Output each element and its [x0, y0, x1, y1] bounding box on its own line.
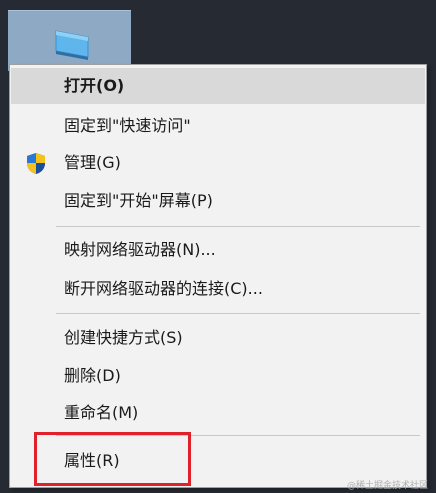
selected-desktop-icon[interactable] [8, 10, 131, 71]
menu-item-pin-start[interactable]: 固定到"开始"屏幕(P) [11, 183, 425, 219]
highlight-annotation-box [34, 432, 191, 486]
menu-item-pin-quick-access[interactable]: 固定到"快速访问" [11, 108, 425, 144]
menu-item-label: 断开网络驱动器的连接(C)... [64, 279, 263, 298]
menu-separator [56, 313, 420, 314]
menu-item-label: 打开(O) [64, 76, 125, 95]
menu-item-manage[interactable]: 管理(G) [11, 145, 425, 181]
menu-item-map-network-drive[interactable]: 映射网络驱动器(N)... [11, 232, 425, 268]
menu-separator [56, 226, 420, 227]
uac-shield-icon [27, 153, 45, 174]
menu-item-label: 固定到"开始"屏幕(P) [64, 191, 213, 210]
menu-item-open[interactable]: 打开(O) [11, 68, 425, 104]
menu-item-rename[interactable]: 重命名(M) [11, 395, 425, 431]
menu-item-label: 重命名(M) [64, 403, 139, 422]
context-menu: 打开(O) 固定到"快速访问" 管理(G) 固定到"开始"屏幕(P) 映射网络驱… [9, 64, 427, 488]
menu-item-delete[interactable]: 删除(D) [11, 358, 425, 394]
network-drive-icon [55, 30, 89, 60]
menu-item-label: 固定到"快速访问" [64, 116, 191, 135]
menu-item-label: 删除(D) [64, 366, 121, 385]
menu-item-label: 创建快捷方式(S) [64, 328, 183, 347]
watermark: @稀土掘金技术社区 [346, 481, 428, 491]
menu-item-label: 管理(G) [64, 153, 121, 172]
menu-item-label: 映射网络驱动器(N)... [64, 240, 216, 259]
menu-item-disconnect-network-drive[interactable]: 断开网络驱动器的连接(C)... [11, 271, 425, 307]
menu-item-create-shortcut[interactable]: 创建快捷方式(S) [11, 320, 425, 356]
